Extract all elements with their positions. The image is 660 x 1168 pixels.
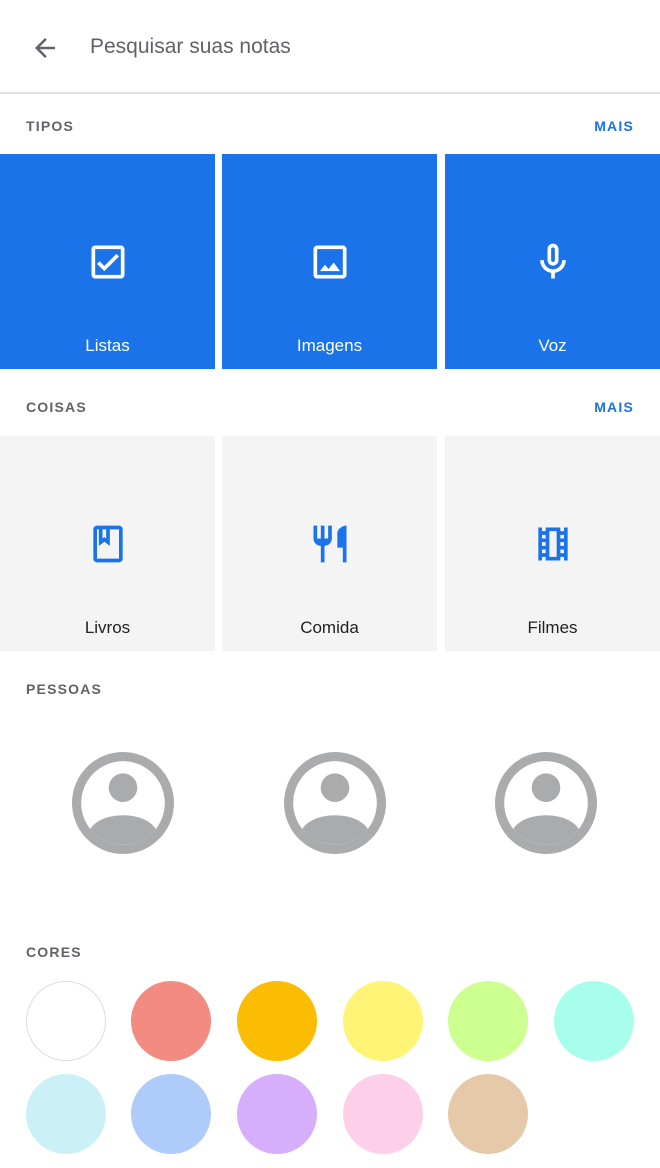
tipos-row: Listas Imagens Voz bbox=[0, 154, 660, 369]
color-swatch-red[interactable] bbox=[131, 981, 211, 1061]
tile-voz[interactable]: Voz bbox=[445, 154, 660, 369]
restaurant-icon bbox=[308, 522, 352, 566]
search-input[interactable] bbox=[90, 26, 630, 68]
cores-title: CORES bbox=[26, 944, 82, 960]
arrow-back-icon bbox=[35, 38, 55, 58]
tipos-more-button[interactable]: MAIS bbox=[594, 118, 634, 134]
coisas-title: COISAS bbox=[26, 399, 87, 415]
person-avatar-icon bbox=[284, 752, 386, 854]
back-button[interactable] bbox=[20, 28, 70, 68]
tile-filmes[interactable]: Filmes bbox=[445, 436, 660, 651]
color-swatch-yellow[interactable] bbox=[343, 981, 423, 1061]
coisas-row: Livros Comida Filmes bbox=[0, 436, 660, 651]
coisas-header: COISAS MAIS bbox=[0, 393, 660, 423]
search-bar bbox=[0, 0, 660, 94]
color-swatch-teal[interactable] bbox=[554, 981, 634, 1061]
microphone-icon bbox=[531, 240, 575, 284]
tile-listas-label: Listas bbox=[85, 336, 130, 355]
tile-voz-label: Voz bbox=[538, 336, 567, 355]
tile-listas[interactable]: Listas bbox=[0, 154, 215, 369]
person-avatar-icon bbox=[495, 752, 597, 854]
tipos-header: TIPOS MAIS bbox=[0, 112, 660, 142]
pessoas-header: PESSOAS bbox=[0, 675, 660, 705]
color-swatch-green[interactable] bbox=[448, 981, 528, 1061]
pessoas-title: PESSOAS bbox=[26, 681, 103, 697]
tile-livros[interactable]: Livros bbox=[0, 436, 215, 651]
person-avatar-icon bbox=[72, 752, 174, 854]
tile-comida-label: Comida bbox=[300, 618, 359, 637]
color-swatch-purple[interactable] bbox=[237, 1074, 317, 1154]
color-swatch-white[interactable] bbox=[26, 981, 106, 1061]
person-avatar[interactable] bbox=[495, 752, 597, 854]
tile-livros-label: Livros bbox=[84, 618, 131, 637]
person-avatar[interactable] bbox=[284, 752, 386, 854]
color-swatch-light-blue[interactable] bbox=[26, 1074, 106, 1154]
movie-icon bbox=[531, 522, 575, 566]
image-icon bbox=[308, 240, 352, 284]
color-swatch-brown[interactable] bbox=[448, 1074, 528, 1154]
tile-comida[interactable]: Comida bbox=[222, 436, 437, 651]
color-swatch-blue[interactable] bbox=[131, 1074, 211, 1154]
tipos-title: TIPOS bbox=[26, 118, 75, 134]
tile-imagens-label: Imagens bbox=[296, 336, 363, 355]
checkbox-icon bbox=[86, 240, 130, 284]
person-avatar[interactable] bbox=[72, 752, 174, 854]
tile-filmes-label: Filmes bbox=[527, 618, 578, 637]
color-swatch-pink[interactable] bbox=[343, 1074, 423, 1154]
book-icon bbox=[86, 522, 130, 566]
tile-imagens[interactable]: Imagens bbox=[222, 154, 437, 369]
coisas-more-button[interactable]: MAIS bbox=[594, 399, 634, 415]
color-swatch-orange[interactable] bbox=[237, 981, 317, 1061]
cores-header: CORES bbox=[0, 938, 660, 968]
